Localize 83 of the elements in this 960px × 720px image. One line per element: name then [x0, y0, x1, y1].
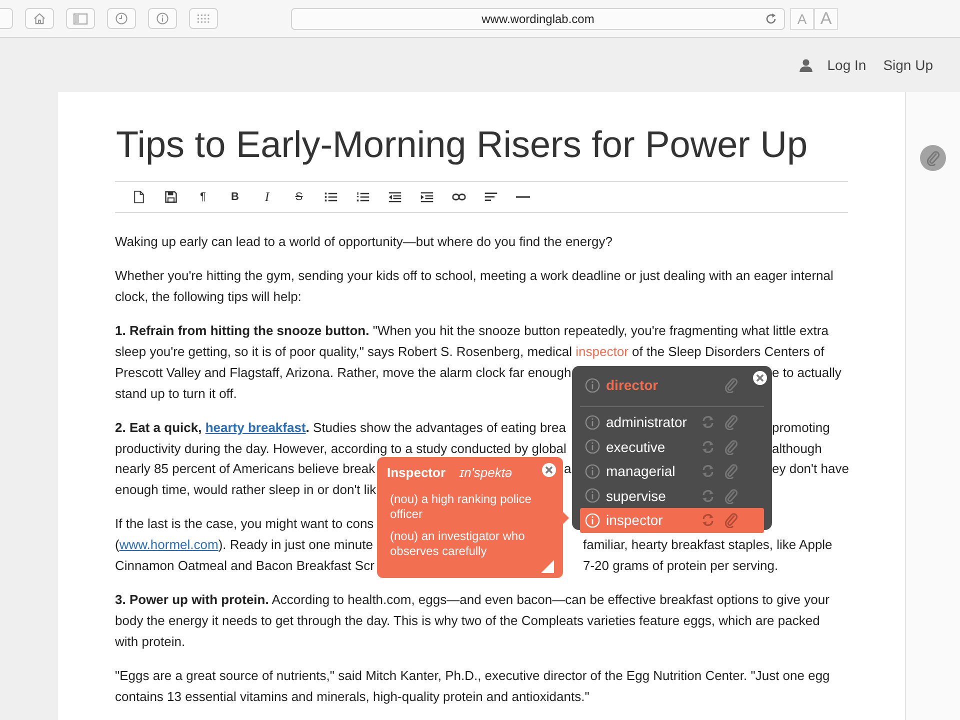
paragraph-text: (www.hormel.com). Ready in just one minute [115, 536, 373, 554]
history-button[interactable] [107, 8, 136, 29]
user-icon [799, 58, 814, 72]
definition-text: (nou) an investigator who observes carefully [390, 529, 526, 559]
synonym-item[interactable]: managerial [580, 459, 764, 484]
paragraph-text: familiar, hearty breakfast staples, like Apple [583, 536, 832, 554]
link[interactable]: hearty breakfast [205, 420, 306, 435]
paperclip-icon[interactable] [926, 150, 940, 166]
info-icon[interactable] [585, 439, 600, 454]
synonym-item[interactable]: supervise [580, 484, 764, 508]
bold-button[interactable]: B [219, 187, 251, 207]
paragraph-text: a [564, 460, 572, 478]
paragraph-text: productivity during the day. However, according to a study conducted by global [115, 440, 566, 458]
sidebar-button[interactable] [66, 8, 95, 29]
definition-text: (nou) a high ranking police officer [390, 492, 532, 522]
info-icon[interactable] [585, 414, 600, 430]
paperclip-icon[interactable] [724, 414, 738, 430]
info-icon[interactable] [585, 464, 600, 479]
paragraph-text: although [772, 440, 822, 458]
paragraph-text: 3. Power up with protein. According to health.com, eggs—and even bacon—can be effective breakfast options to give your [115, 591, 830, 610]
attach-button[interactable] [920, 145, 946, 171]
link[interactable]: www.hormel.com [119, 537, 218, 552]
refresh-icon[interactable] [701, 513, 715, 528]
refresh-icon[interactable] [701, 440, 715, 454]
paperclip-icon[interactable] [724, 488, 738, 504]
info-button[interactable] [148, 8, 177, 29]
refresh-icon[interactable] [701, 464, 715, 478]
log-in-link[interactable]: Log In [827, 57, 866, 73]
paragraph-text: contains 13 essential vitamins and minerals, high-quality protein and antioxidants." [115, 688, 590, 706]
sign-up-link[interactable]: Sign Up [883, 57, 933, 73]
paperclip-icon[interactable] [724, 438, 738, 455]
paragraph-text: Whether you're hitting the gym, sending your kids off to school, meeting a work deadline or just dealing with an eager internal [115, 267, 834, 286]
paragraph-text: Prescott Valley and Flagstaff, Arizona. Rather, move the alarm clock far enough [115, 364, 572, 382]
sidebar-icon [73, 12, 88, 24]
save-icon [164, 189, 178, 205]
clock-icon [115, 12, 128, 25]
paragraph-text: stand up to turn it off. [115, 384, 237, 403]
document-icon [132, 189, 146, 205]
paragraph-text: If the last is the case, you might want to cons [115, 515, 374, 534]
paragraph-text: 7-20 grams of protein per serving. [583, 556, 778, 575]
home-icon [33, 12, 46, 25]
paperclip-icon[interactable] [724, 377, 738, 393]
grid-icon [197, 14, 210, 24]
paragraph-text: Waking up early can lead to a world of opportunity—but where do you find the energy? [115, 233, 612, 251]
home-button[interactable] [25, 8, 54, 29]
info-icon [156, 12, 169, 25]
article-title[interactable]: Tips to Early-Morning Risers for Power Up [115, 122, 848, 168]
outdent-icon [388, 189, 402, 205]
paragraph-button[interactable]: ¶ [187, 187, 219, 207]
paperclip-icon[interactable] [724, 512, 738, 528]
refresh-icon[interactable] [701, 488, 715, 503]
synonym-item[interactable]: executive [580, 434, 764, 459]
close-icon[interactable] [542, 463, 556, 477]
italic-button[interactable]: I [251, 187, 283, 207]
paragraph-text: 1. Refrain from hitting the snooze button. "When you hit the snooze button repeatedly, you're fragmenting what little extra [115, 322, 828, 340]
reload-icon[interactable] [765, 12, 777, 24]
paragraph-text: nearly 85 percent of Americans believe break [115, 460, 376, 478]
info-icon[interactable] [585, 378, 600, 392]
paragraph-text: clock, the following tips will help: [115, 288, 302, 306]
resize-handle-icon[interactable] [541, 560, 554, 573]
strikethrough-button[interactable]: S [283, 187, 315, 207]
close-icon[interactable] [753, 371, 767, 385]
apps-button[interactable] [189, 8, 218, 29]
popup-word: director [606, 377, 660, 393]
paragraph-text: 2. Eat a quick, hearty breakfast. Studies show the advantages of eating brea [115, 418, 566, 437]
indent-icon [420, 189, 434, 205]
paragraph-text: body the energy it needs to get through the day. This is why two of the Compleats varieties feature eggs, which are packed [115, 612, 820, 630]
paragraph-text: promoting [772, 418, 830, 437]
address-bar[interactable]: www.wordinglab.com [291, 8, 785, 30]
paragraph-text: "Eggs are a great source of nutrients," said Mitch Kanter, Ph.D., executive director of the Egg Nutrition Center. "Just one egg [115, 666, 830, 685]
popup-word: Inspector [387, 465, 446, 480]
paragraph-text: Cinnamon Oatmeal and Bacon Breakfast Scr [115, 556, 374, 575]
refresh-icon[interactable] [701, 415, 715, 430]
horizontal-rule-icon [516, 196, 530, 198]
paragraph-text: ey don't have [772, 460, 849, 478]
paragraph-text: sleep you're getting, so it is of poor quality," says Robert S. Rosenberg, medical inspector of the Sleep Disorders Centers of [115, 342, 824, 361]
paragraph-text: with protein. [115, 632, 186, 651]
paragraph-text: e to actually [772, 364, 842, 382]
paperclip-icon[interactable] [724, 463, 738, 480]
info-icon[interactable] [585, 488, 600, 504]
paragraph-text: enough time, would rather sleep in or don't lik [115, 481, 376, 500]
synonym-item[interactable]: administrator [580, 410, 764, 434]
pronunciation: ɪn'spektə [460, 465, 512, 480]
